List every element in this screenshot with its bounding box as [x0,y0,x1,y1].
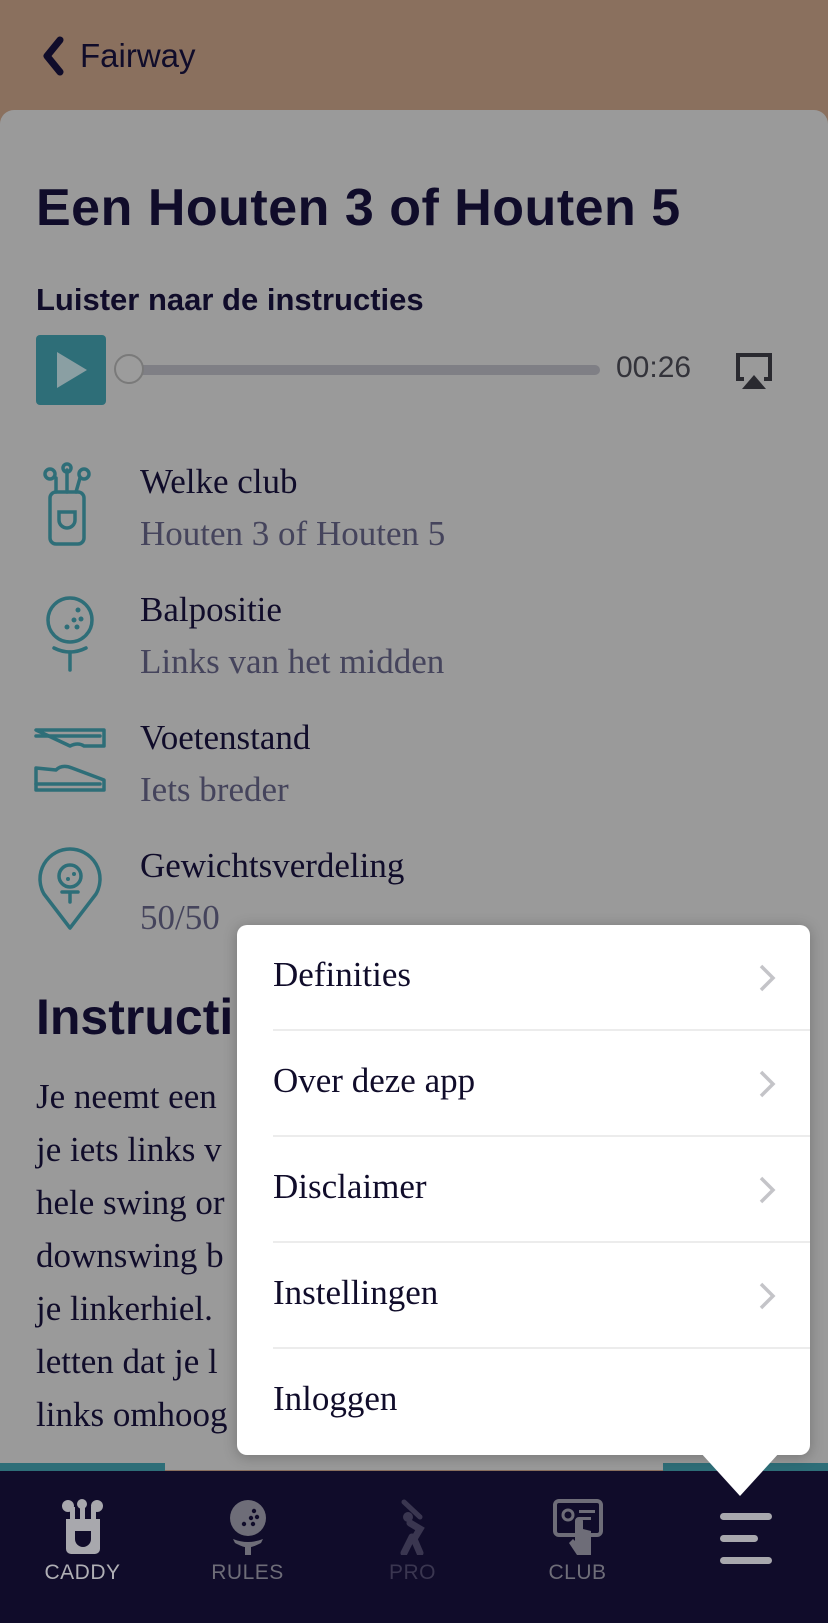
info-label: Balpositie [140,590,282,629]
tab-caddy[interactable]: CADDY [0,1471,165,1584]
tab-pro[interactable]: PRO [330,1471,495,1584]
page-title: Een Houten 3 of Houten 5 [36,179,681,237]
menu-item-instellingen[interactable]: Instellingen [237,1243,810,1349]
chevron-right-icon [759,964,776,992]
audio-duration: 00:26 [616,351,692,384]
play-button[interactable] [36,335,106,405]
popover-arrow [700,1452,780,1496]
info-label: Welke club [140,462,298,501]
chevron-right-icon [759,1282,776,1310]
audio-player: 00:26 [36,335,796,405]
menu-item-label: Definities [273,955,412,994]
info-value: 50/50 [140,898,220,937]
info-value: Houten 3 of Houten 5 [140,514,446,553]
golfer-swing-icon [400,1499,425,1555]
active-tab-indicator [0,1463,165,1471]
menu-item-disclaimer[interactable]: Disclaimer [237,1137,810,1243]
menu-item-label: Over deze app [273,1061,476,1100]
tab-label: CADDY [44,1561,121,1584]
golf-ball-tee-icon [46,596,94,672]
audio-progress-track[interactable] [124,365,600,375]
menu-item-definities[interactable]: Definities [237,925,810,1031]
audio-heading: Luister naar de instructies [36,282,424,317]
info-label: Voetenstand [140,718,311,757]
chevron-right-icon [759,1176,776,1204]
info-row-club: Welke club Houten 3 of Houten 5 [0,462,828,572]
info-value: Links van het midden [140,642,445,681]
airplay-button[interactable] [734,351,774,396]
back-button[interactable]: Fairway [40,36,196,76]
menu-item-label: Disclaimer [273,1167,427,1206]
airplay-icon [736,353,772,389]
audio-scrubber-handle[interactable] [114,354,144,384]
hamburger-menu-icon [719,1513,772,1564]
menu-item-inloggen[interactable]: Inloggen [237,1349,810,1455]
info-row-ball-position: Balpositie Links van het midden [0,590,828,700]
back-label: Fairway [80,37,196,74]
chevron-left-icon [43,36,64,76]
info-value: Iets breder [140,770,289,809]
menu-item-over-deze-app[interactable]: Over deze app [237,1031,810,1137]
menu-item-label: Instellingen [273,1273,439,1312]
instructions-heading: Instructi [36,989,234,1045]
golf-bag-icon [61,1499,103,1554]
tab-label: CLUB [548,1561,607,1584]
tab-label: RULES [211,1561,284,1584]
chevron-right-icon [759,1070,776,1098]
more-menu-popover: Definities Over deze app Disclaimer Inst… [237,925,810,1455]
menu-item-label: Inloggen [273,1379,398,1418]
golf-ball-tee-icon [229,1500,266,1555]
play-icon [57,352,87,388]
golf-bag-icon [43,462,91,546]
info-row-stance: Voetenstand Iets breder [0,718,828,828]
location-pin-ball-icon [38,847,102,930]
tab-label: PRO [388,1561,436,1584]
golf-shoes-icon [34,728,106,792]
tab-club[interactable]: CLUB [495,1471,660,1584]
tab-rules[interactable]: RULES [165,1471,330,1584]
info-label: Gewichtsverdeling [140,846,405,885]
top-bar: Fairway [0,0,828,110]
club-card-icon [552,1499,603,1555]
